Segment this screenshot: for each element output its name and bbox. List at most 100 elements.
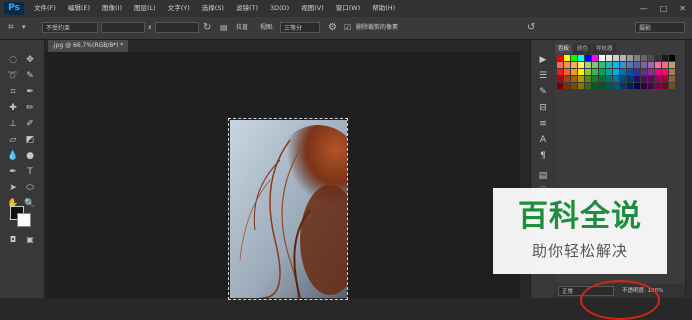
color-swatch[interactable] (613, 83, 619, 89)
eraser-tool-icon[interactable]: ▱ (6, 134, 20, 146)
color-swatch[interactable] (606, 83, 612, 89)
color-swatch[interactable] (634, 83, 640, 89)
color-swatch[interactable] (620, 69, 626, 75)
paragraph-icon[interactable]: ¶ (537, 150, 549, 162)
lasso-tool-icon[interactable]: ➰ (6, 70, 20, 82)
type-tool-icon[interactable]: T (23, 166, 37, 178)
color-swatch[interactable] (627, 83, 633, 89)
adjustments-icon[interactable]: ⊟ (537, 102, 549, 114)
color-swatch[interactable] (662, 76, 668, 82)
move-tool-icon[interactable]: ✥ (23, 54, 37, 66)
color-swatch[interactable] (571, 83, 577, 89)
color-swatch[interactable] (613, 55, 619, 61)
color-swatch[interactable] (585, 55, 591, 61)
tool-preset-chevron-icon[interactable]: ▾ (22, 21, 26, 34)
crop-tool-icon[interactable]: ⌗ (8, 21, 14, 34)
character-icon[interactable]: A (537, 134, 549, 146)
blur-tool-icon[interactable]: 💧 (6, 150, 20, 162)
crop-frame[interactable] (228, 118, 348, 300)
color-swatch[interactable] (669, 69, 675, 75)
color-swatch[interactable] (606, 76, 612, 82)
properties-icon[interactable]: ≡ (537, 118, 549, 130)
crop-tool-icon[interactable]: ⌗ (6, 86, 20, 98)
color-swatch[interactable] (585, 69, 591, 75)
color-swatch[interactable] (592, 76, 598, 82)
minimize-icon[interactable]: — (640, 0, 648, 17)
menu-item[interactable]: 图像(I) (96, 0, 128, 17)
eyedropper-tool-icon[interactable]: ✒ (23, 86, 37, 98)
panel-tab[interactable]: 色板 (555, 44, 573, 54)
menu-item[interactable]: 视图(V) (295, 0, 330, 17)
menu-item[interactable]: 3D(D) (264, 0, 295, 17)
color-swatch[interactable] (669, 55, 675, 61)
color-swatch[interactable] (641, 55, 647, 61)
color-swatch[interactable] (620, 83, 626, 89)
color-swatch[interactable] (557, 83, 563, 89)
color-swatch[interactable] (655, 62, 661, 68)
color-swatch[interactable] (634, 62, 640, 68)
color-swatch[interactable] (578, 76, 584, 82)
menu-item[interactable]: 图层(L) (128, 0, 162, 17)
color-swatch[interactable] (620, 62, 626, 68)
color-swatch[interactable] (634, 76, 640, 82)
panel-tab[interactable]: 导航器 (593, 44, 616, 54)
color-swatch[interactable] (648, 69, 654, 75)
color-swatch[interactable] (620, 55, 626, 61)
zoom-tool-icon[interactable]: 🔍 (23, 198, 37, 210)
color-swatch[interactable] (571, 55, 577, 61)
delete-cropped-checkbox[interactable]: ☑ (344, 21, 351, 34)
color-swatch[interactable] (599, 55, 605, 61)
color-swatch[interactable] (613, 69, 619, 75)
color-swatch[interactable] (585, 83, 591, 89)
color-swatch[interactable] (648, 62, 654, 68)
close-icon[interactable]: ✕ (679, 0, 686, 17)
color-swatch[interactable] (585, 62, 591, 68)
menu-item[interactable]: 帮助(H) (366, 0, 401, 17)
document-tab[interactable]: .jpg @ 66.7%(RGB/8*) * (48, 40, 128, 52)
color-swatch[interactable] (641, 76, 647, 82)
color-swatch[interactable] (599, 76, 605, 82)
color-swatch[interactable] (564, 83, 570, 89)
panel-scrollbar[interactable] (686, 40, 692, 298)
color-swatch[interactable] (564, 76, 570, 82)
color-swatch[interactable] (627, 55, 633, 61)
color-swatch[interactable] (571, 76, 577, 82)
color-swatch[interactable] (641, 69, 647, 75)
dodge-tool-icon[interactable]: ● (23, 150, 37, 162)
screen-mode-icon[interactable]: ▣ (23, 234, 37, 246)
color-swatch[interactable] (578, 83, 584, 89)
color-swatch[interactable] (655, 76, 661, 82)
history-icon[interactable]: ▤ (537, 170, 549, 182)
color-swatch[interactable] (578, 62, 584, 68)
quick-select-tool-icon[interactable]: ✎ (23, 70, 37, 82)
swap-icon[interactable]: ↻ (203, 21, 211, 34)
workspace-select[interactable]: 摄影 (635, 22, 685, 33)
color-swatch[interactable] (641, 62, 647, 68)
brush-tool-icon[interactable]: ✏ (23, 102, 37, 114)
paint-bucket-tool-icon[interactable]: ◩ (23, 134, 37, 146)
color-swatch[interactable] (655, 69, 661, 75)
play-icon[interactable]: ▶ (537, 54, 549, 66)
healing-tool-icon[interactable]: ✚ (6, 102, 20, 114)
straighten-icon[interactable]: ▤ (220, 21, 228, 34)
color-swatch[interactable] (592, 69, 598, 75)
straighten-label[interactable]: 拉直 (236, 22, 248, 33)
menu-item[interactable]: 滤镜(T) (230, 0, 264, 17)
color-swatch[interactable] (557, 69, 563, 75)
color-swatch[interactable] (627, 76, 633, 82)
color-swatch[interactable] (557, 62, 563, 68)
marquee-tool-icon[interactable]: ◌ (6, 54, 20, 66)
color-swatch[interactable] (578, 69, 584, 75)
layers-comp-icon[interactable]: ☰ (537, 70, 549, 82)
color-swatch[interactable] (648, 55, 654, 61)
color-swatch[interactable] (557, 55, 563, 61)
color-swatch[interactable] (613, 62, 619, 68)
color-swatch[interactable] (662, 83, 668, 89)
history-brush-tool-icon[interactable]: ✐ (23, 118, 37, 130)
color-swatch[interactable] (564, 69, 570, 75)
settings-gear-icon[interactable]: ⚙ (328, 21, 337, 34)
color-swatch[interactable] (648, 76, 654, 82)
color-swatch[interactable] (606, 62, 612, 68)
reset-icon[interactable]: ↺ (527, 21, 535, 34)
pen-tool-icon[interactable]: ✒ (6, 166, 20, 178)
